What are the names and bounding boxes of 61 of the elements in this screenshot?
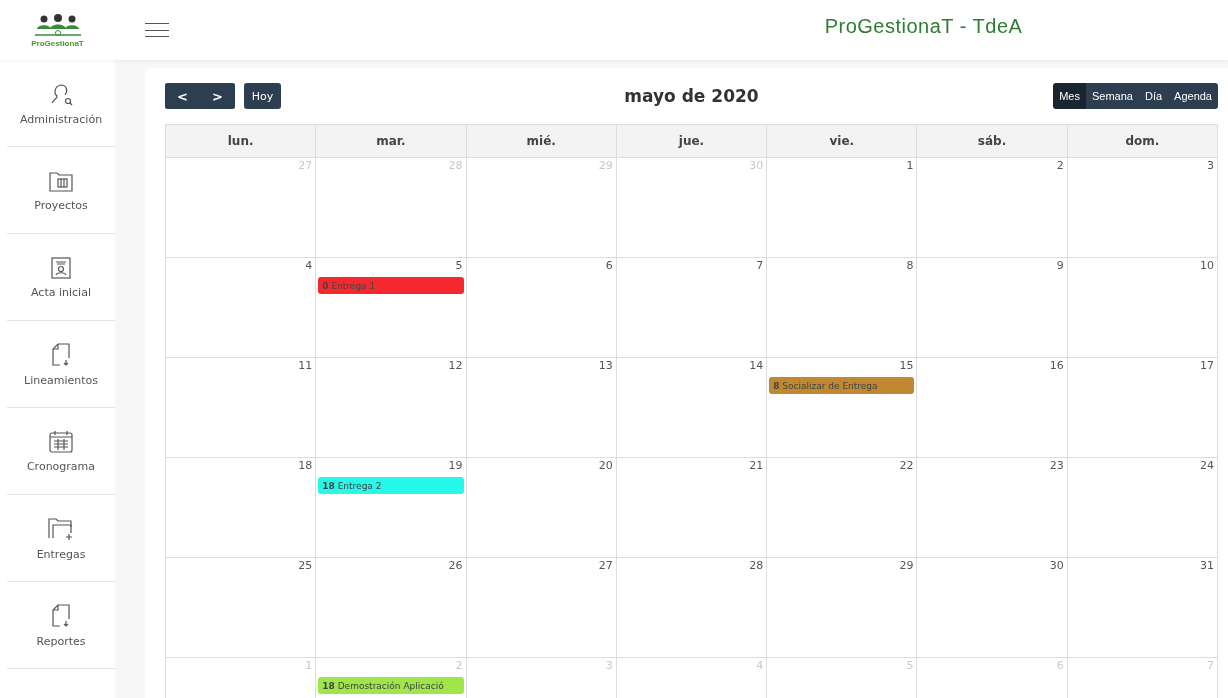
folder-plus-icon [47,515,75,542]
calendar-title: mayo de 2020 [624,86,759,106]
document-download-icon [50,602,72,629]
view-tab[interactable]: Día [1138,83,1169,109]
day-number: 22 [899,459,915,473]
day-number: 3 [1207,159,1215,173]
weekday-header: mié. [466,124,617,158]
day-number: 30 [1049,559,1065,573]
day-number: 23 [1049,459,1065,473]
view-tab[interactable]: Semana [1085,83,1139,109]
calendar-event[interactable]: 18 Entrega 2 [318,477,464,494]
day-number: 18 [298,459,314,473]
day-number: 14 [749,359,765,373]
logo-text: ProGestionaT [31,38,84,48]
weekday-header: jue. [616,124,768,158]
day-number: 5 [455,259,464,273]
weekday-header: mar. [316,124,467,158]
day-number: 29 [899,559,915,573]
view-tab[interactable]: Mes [1053,83,1086,109]
day-number: 31 [1200,559,1215,573]
document-download-icon [50,341,72,368]
day-number: 9 [1056,259,1065,273]
day-number: 17 [1200,359,1215,373]
menu-button[interactable] [145,23,169,37]
day-number: 19 [448,459,464,473]
day-number: 15 [899,359,915,373]
today-button[interactable]: Hoy [243,83,282,109]
certificate-icon [50,255,72,280]
sidebar-item[interactable]: Acta inicial [7,234,115,321]
day-number: 1 [906,159,915,173]
sidebar-item[interactable]: Cronograma [7,408,115,495]
sidebar-item[interactable]: Administración [7,60,115,147]
day-number: 11 [298,359,314,373]
weekday-header: lun. [166,124,317,158]
calendar-event[interactable]: 18 Demostración Aplicació [318,677,464,694]
day-number: 27 [598,559,614,573]
day-number: 13 [598,359,614,373]
sidebar-item[interactable]: Reportes [7,582,115,669]
day-number: 24 [1200,459,1215,473]
day-number: 21 [749,459,765,473]
view-tab[interactable]: Agenda [1168,83,1218,109]
weekday-header: vie. [767,124,918,158]
sidebar-item[interactable]: Lineamientos [7,321,115,408]
day-number: 8 [906,259,915,273]
day-number: 26 [448,559,464,573]
sidebar-item[interactable]: Proyectos [7,147,115,234]
weekday-header: dom. [1067,124,1218,158]
app-title: ProGestionaT - TdeA [823,14,1024,39]
day-number: 28 [749,559,765,573]
day-number: 16 [1049,359,1065,373]
day-number: 25 [298,559,314,573]
calendar-icon [48,429,74,454]
sidebar-item[interactable]: Entregas [7,495,115,582]
day-number: 12 [448,359,464,373]
day-number: 7 [756,259,765,273]
day-number: 4 [305,259,314,273]
day-number: 2 [1056,159,1065,173]
day-number: 10 [1200,259,1215,273]
day-number: 6 [605,259,614,273]
weekday-header: sáb. [917,124,1068,158]
day-number: 20 [598,459,614,473]
